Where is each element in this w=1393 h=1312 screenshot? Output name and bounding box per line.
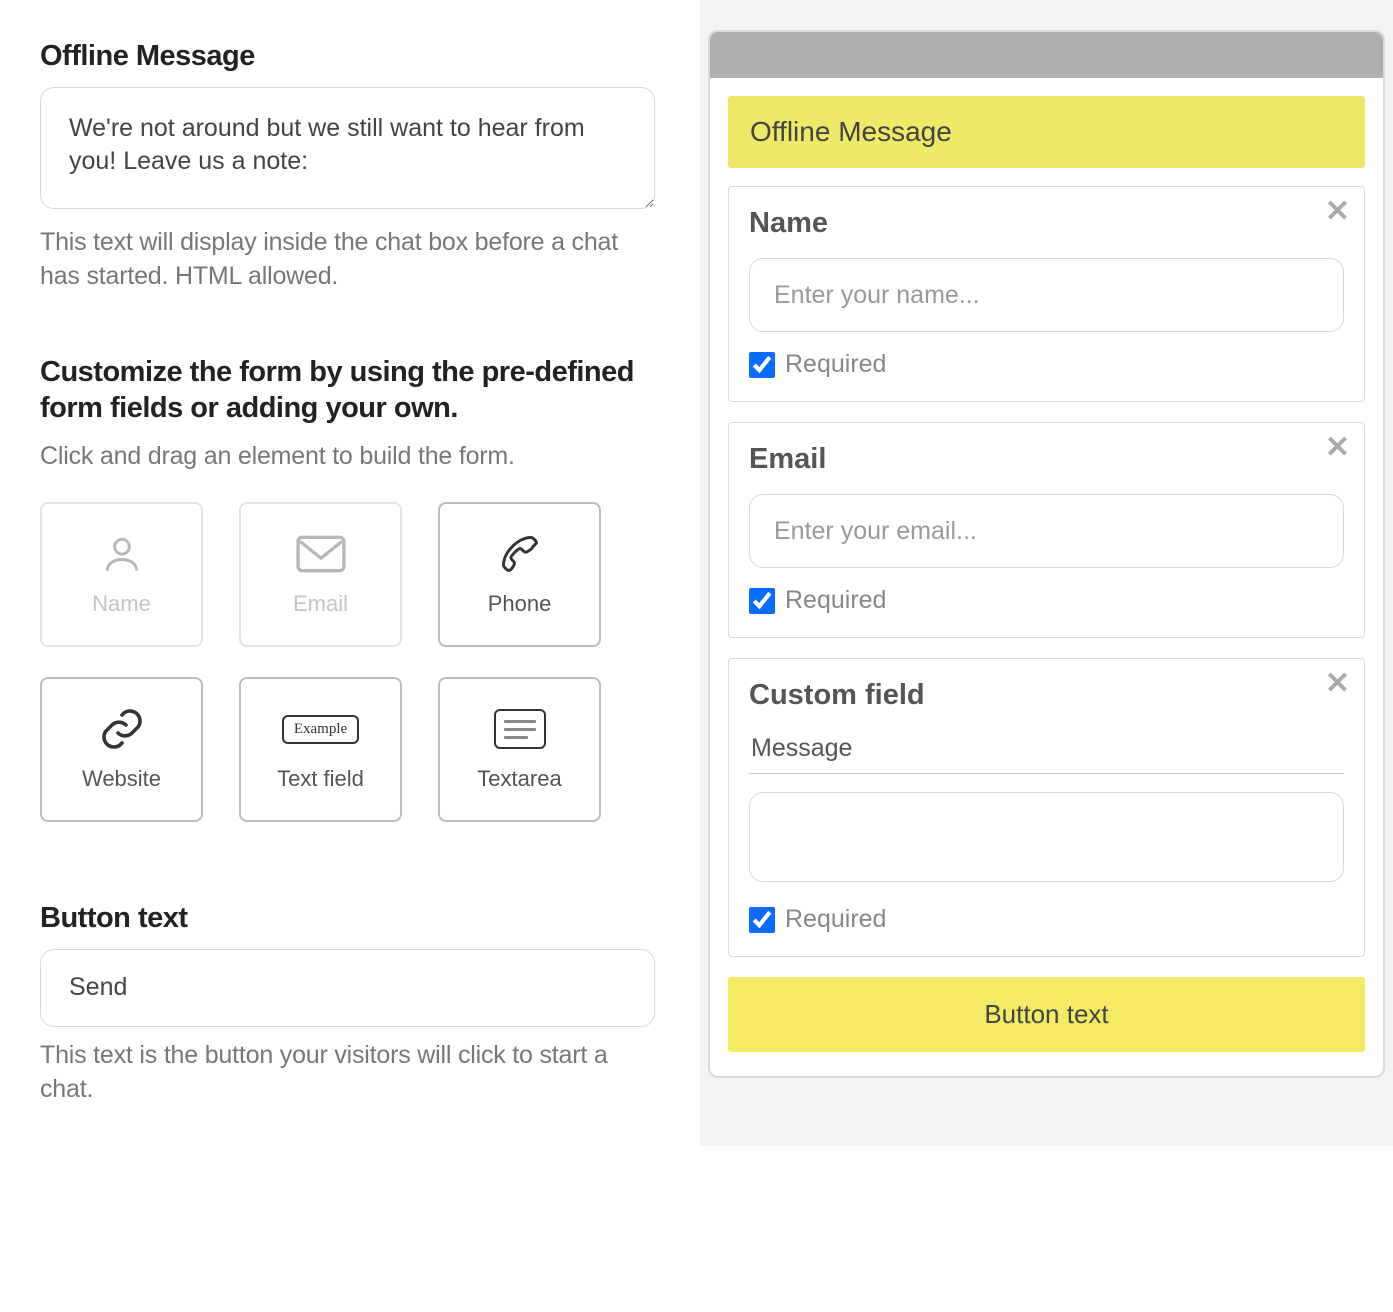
field-title: Custom field (749, 679, 1344, 712)
field-title: Name (749, 207, 1344, 240)
custom-field-label-input[interactable] (749, 730, 1344, 774)
tile-email-label: Email (293, 591, 348, 617)
required-checkbox[interactable] (749, 588, 775, 614)
close-icon[interactable]: ✕ (1325, 433, 1350, 463)
required-label: Required (785, 586, 886, 615)
tile-textfield[interactable]: Example Text field (239, 677, 402, 822)
field-input-custom[interactable] (749, 792, 1344, 882)
button-text-input[interactable] (40, 949, 655, 1027)
required-toggle[interactable]: Required (749, 350, 1344, 379)
offline-message-title: Offline Message (40, 40, 660, 73)
required-toggle[interactable]: Required (749, 586, 1344, 615)
customize-help: Click and drag an element to build the f… (40, 440, 660, 474)
preview-submit-button[interactable]: Button text (728, 977, 1365, 1052)
preview-field-email[interactable]: ✕ Email Required (728, 422, 1365, 638)
offline-message-help: This text will display inside the chat b… (40, 226, 660, 294)
field-title: Email (749, 443, 1344, 476)
tile-email[interactable]: Email (239, 502, 402, 647)
tile-phone-label: Phone (488, 591, 552, 617)
tile-name-label: Name (92, 591, 151, 617)
button-text-help: This text is the button your visitors wi… (40, 1039, 660, 1107)
required-toggle[interactable]: Required (749, 905, 1344, 934)
tile-textarea-label: Textarea (477, 766, 561, 792)
phone-icon (494, 531, 546, 577)
preview-field-custom[interactable]: ✕ Custom field Required (728, 658, 1365, 957)
field-tiles: Name Email Phone Website (40, 502, 660, 822)
textfield-icon: Example (295, 706, 347, 752)
settings-panel: Offline Message This text will display i… (0, 0, 700, 1146)
tile-textarea[interactable]: Textarea (438, 677, 601, 822)
preview-column: Offline Message ✕ Name Required ✕ Email (700, 0, 1393, 1146)
textarea-icon (494, 706, 546, 752)
close-icon[interactable]: ✕ (1325, 197, 1350, 227)
field-input-name[interactable] (749, 258, 1344, 332)
close-icon[interactable]: ✕ (1325, 669, 1350, 699)
field-input-email[interactable] (749, 494, 1344, 568)
preview-banner: Offline Message (728, 96, 1365, 168)
tile-website[interactable]: Website (40, 677, 203, 822)
preview-field-name[interactable]: ✕ Name Required (728, 186, 1365, 402)
preview-topbar (710, 32, 1383, 78)
required-label: Required (785, 905, 886, 934)
customize-title: Customize the form by using the pre-defi… (40, 354, 660, 427)
button-text-title: Button text (40, 902, 660, 935)
envelope-icon (295, 531, 347, 577)
textfield-icon-text: Example (282, 715, 359, 744)
tile-website-label: Website (82, 766, 161, 792)
tile-phone[interactable]: Phone (438, 502, 601, 647)
link-icon (96, 706, 148, 752)
user-icon (96, 531, 148, 577)
required-checkbox[interactable] (749, 352, 775, 378)
tile-name[interactable]: Name (40, 502, 203, 647)
required-label: Required (785, 350, 886, 379)
tile-textfield-label: Text field (277, 766, 364, 792)
offline-message-input[interactable] (40, 87, 655, 209)
required-checkbox[interactable] (749, 907, 775, 933)
preview-panel: Offline Message ✕ Name Required ✕ Email (708, 30, 1385, 1078)
